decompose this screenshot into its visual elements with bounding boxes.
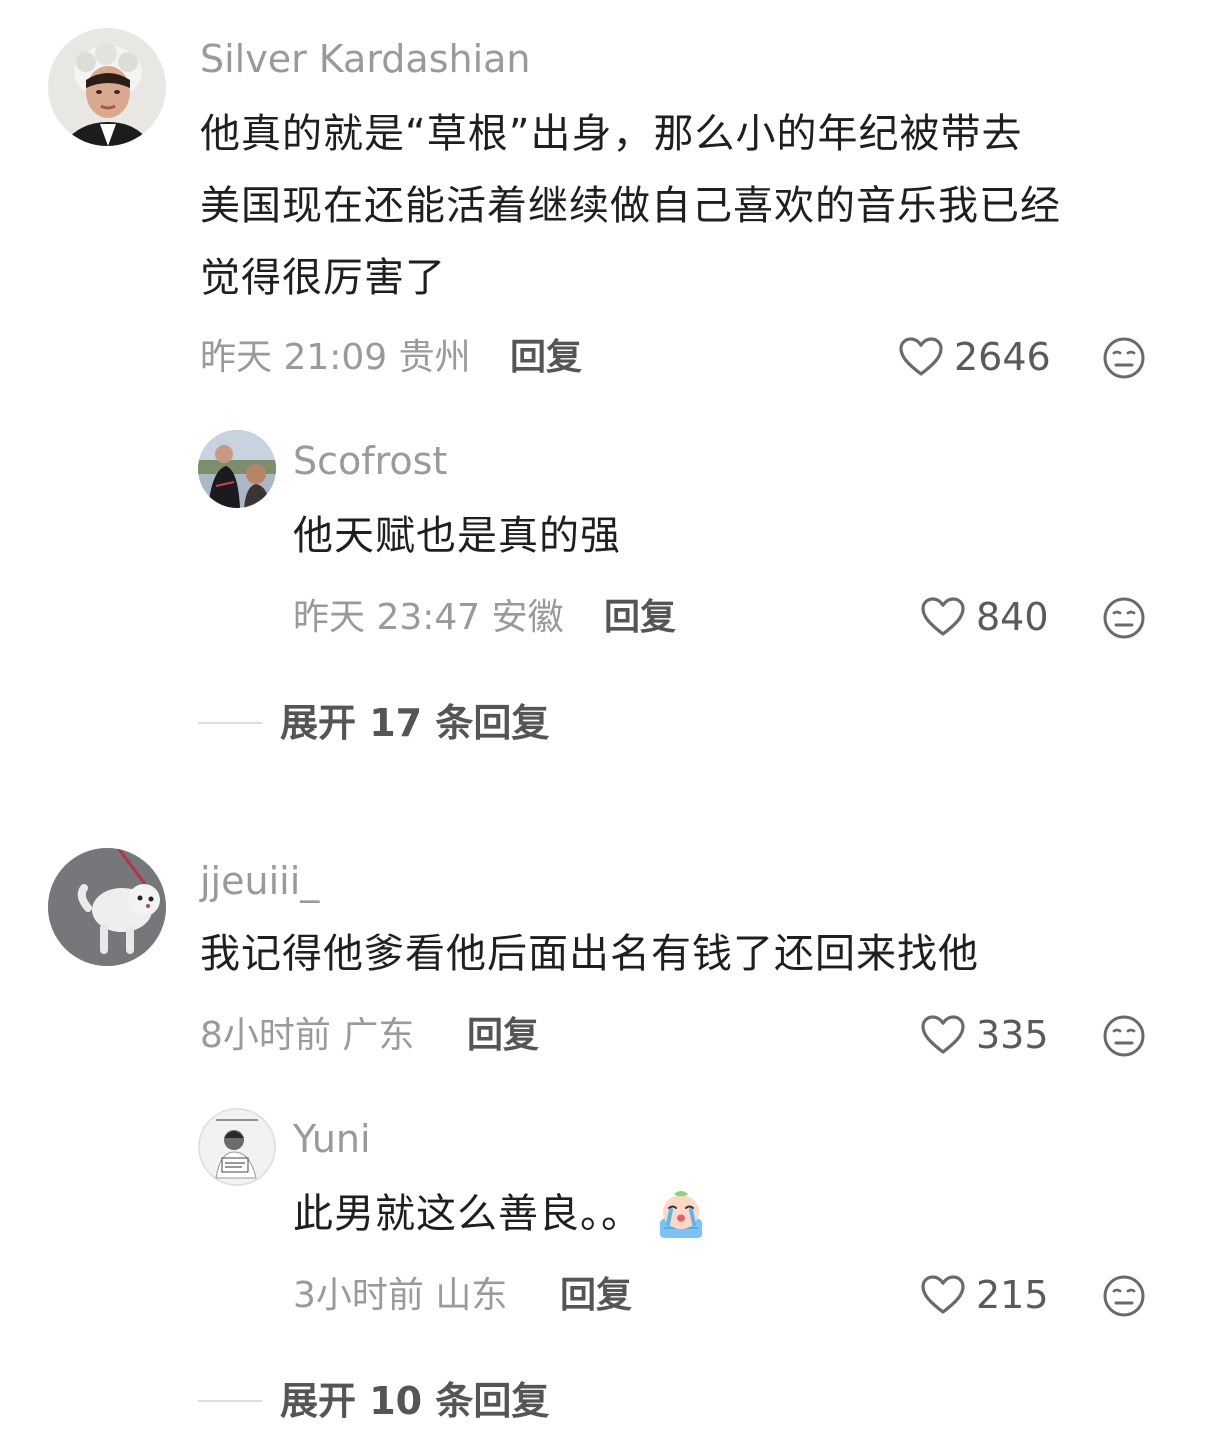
comment-text-line: 美国现在还能活着继续做自己喜欢的音乐我已经 [200, 183, 1061, 229]
like-count: 840 [976, 595, 1049, 639]
heart-outline-icon [921, 1015, 965, 1054]
avatar[interactable] [48, 28, 166, 146]
comment-username[interactable]: jjeuiii_ [200, 862, 319, 900]
reply-button[interactable]: 回复 [560, 1278, 632, 1314]
reply-username[interactable]: Yuni [293, 1120, 371, 1158]
comment-text-line: 觉得很厉害了 [200, 255, 446, 301]
reply-button[interactable]: 回复 [510, 340, 582, 376]
neutral-face-icon[interactable] [1102, 1014, 1146, 1058]
avatar[interactable] [198, 1108, 276, 1186]
comment-username[interactable]: Silver Kardashian [200, 40, 531, 78]
neutral-face-icon[interactable] [1102, 336, 1146, 380]
avatar[interactable] [48, 848, 166, 966]
reply-button[interactable]: 回复 [467, 1018, 539, 1054]
like-count: 335 [976, 1013, 1049, 1057]
like-button[interactable]: 2646 [898, 332, 1051, 382]
like-count: 215 [976, 1273, 1049, 1317]
heart-outline-icon [921, 1275, 965, 1314]
reply-text-content: 此男就这么善良。。 [293, 1191, 642, 1237]
like-button[interactable]: 335 [920, 1010, 1049, 1060]
comment-text: 我记得他爹看他后面出名有钱了还回来找他 [200, 918, 1160, 990]
neutral-face-icon[interactable] [1102, 1274, 1146, 1318]
reply-username[interactable]: Scofrost [293, 442, 447, 480]
reply-button[interactable]: 回复 [604, 600, 676, 636]
avatar[interactable] [198, 430, 276, 508]
reply-meta: 昨天 23:47 安徽 [293, 597, 564, 638]
reply-text: 此男就这么善良。。 [293, 1178, 1093, 1250]
comment-text: 他真的就是“草根”出身，那么小的年纪被带去 美国现在还能活着继续做自己喜欢的音乐… [200, 98, 1160, 314]
like-count: 2646 [954, 335, 1051, 379]
heart-outline-icon [921, 597, 965, 636]
divider-line [198, 1400, 262, 1402]
divider-line [198, 722, 262, 724]
like-button[interactable]: 215 [920, 1270, 1049, 1320]
expand-replies-button[interactable]: 展开 17 条回复 [280, 704, 549, 742]
neutral-face-icon[interactable] [1102, 596, 1146, 640]
comment-meta: 昨天 21:09 贵州 [200, 337, 471, 378]
like-button[interactable]: 840 [920, 592, 1049, 642]
expand-replies-button[interactable]: 展开 10 条回复 [280, 1382, 549, 1420]
comment-text-line: 他真的就是“草根”出身，那么小的年纪被带去 [200, 111, 1023, 157]
reply-text: 他天赋也是真的强 [293, 513, 621, 559]
reply-meta: 3小时前 山东 [293, 1275, 508, 1316]
heart-outline-icon [899, 337, 943, 376]
crying-emoji [659, 1191, 703, 1238]
comment-text-line: 我记得他爹看他后面出名有钱了还回来找他 [200, 931, 979, 977]
comment-meta: 8小时前 广东 [200, 1015, 415, 1056]
